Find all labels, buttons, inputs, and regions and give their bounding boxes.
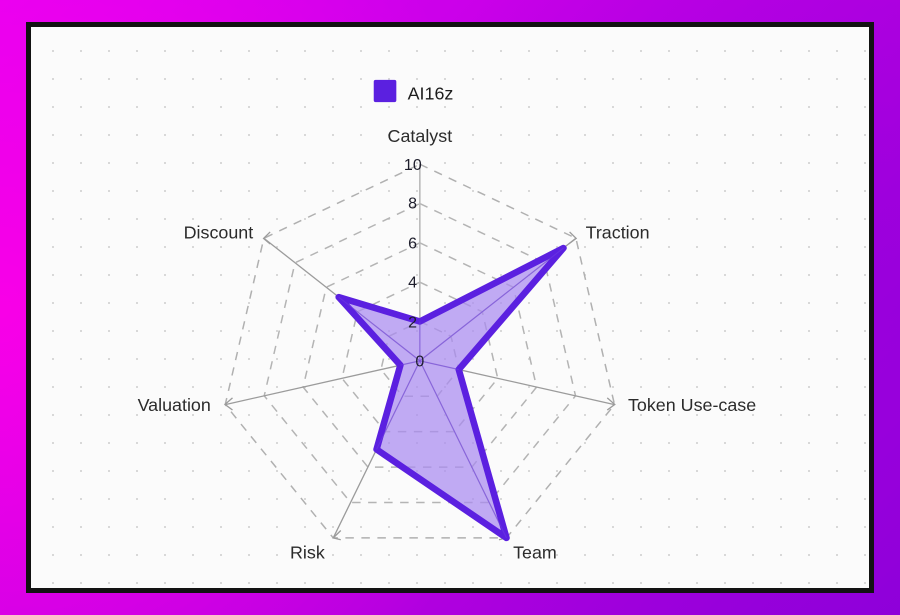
tick-label-0: 0 [415, 353, 424, 370]
axis-label-valuation: Valuation [138, 395, 211, 415]
gradient-frame: 0 2 4 6 8 10 Catalyst Traction Token Use… [0, 0, 900, 615]
axis-label-discount: Discount [184, 223, 254, 243]
series-ai16z[interactable] [335, 244, 567, 542]
tick-label-6: 6 [408, 236, 417, 253]
legend-swatch-ai16z[interactable] [373, 79, 397, 103]
tick-label-10: 10 [404, 157, 422, 174]
tick-label-4: 4 [408, 275, 417, 292]
tick-label-2: 2 [408, 315, 417, 332]
chart-legend[interactable]: AI16z [373, 79, 454, 103]
axis-label-traction: Traction [586, 223, 650, 243]
tick-label-8: 8 [408, 196, 417, 213]
axis-label-token-use-case: Token Use-case [628, 395, 756, 415]
radar-chart[interactable]: 0 2 4 6 8 10 Catalyst Traction Token Use… [31, 27, 869, 588]
axis-label-catalyst: Catalyst [388, 126, 453, 146]
axis-label-risk: Risk [290, 542, 325, 562]
series-area[interactable] [335, 244, 567, 542]
legend-label-ai16z[interactable]: AI16z [408, 83, 454, 103]
axis-label-team: Team [513, 542, 557, 562]
chart-card: 0 2 4 6 8 10 Catalyst Traction Token Use… [26, 22, 874, 593]
